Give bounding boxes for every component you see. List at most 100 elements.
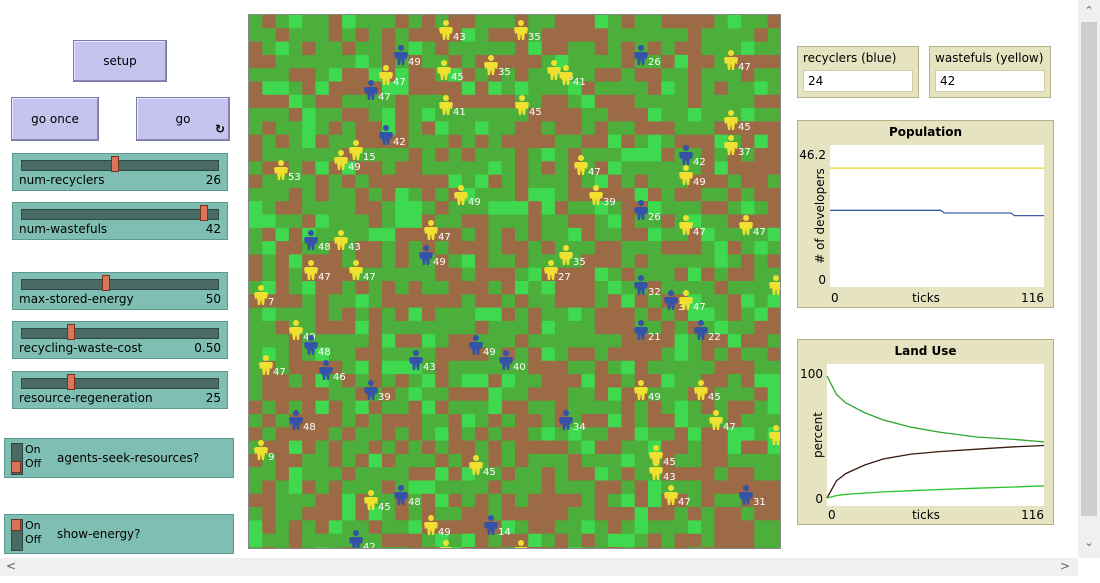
patch <box>395 400 410 415</box>
slider-thumb[interactable] <box>199 205 208 221</box>
go-button[interactable]: go ↻ <box>136 97 230 141</box>
patch <box>501 480 516 495</box>
agent-head <box>683 145 689 151</box>
patch <box>727 533 742 548</box>
patch <box>288 187 303 202</box>
patch <box>315 201 330 215</box>
vertical-scroll-thumb[interactable] <box>1081 22 1097 516</box>
patch <box>621 201 636 215</box>
patch <box>554 347 569 362</box>
slider-track[interactable] <box>21 378 219 389</box>
patch <box>648 241 662 255</box>
patch <box>727 320 742 335</box>
patch <box>302 121 316 136</box>
slider-track[interactable] <box>21 209 219 220</box>
patch <box>421 453 436 468</box>
slider-track[interactable] <box>21 328 219 339</box>
patch <box>275 294 290 309</box>
patch <box>754 294 769 309</box>
patch <box>674 427 689 442</box>
patch <box>515 467 529 481</box>
patch <box>767 254 780 269</box>
world-canvas[interactable]: 4335494745353541264747414545421549534742… <box>249 15 781 549</box>
patch <box>541 294 556 309</box>
patch <box>554 547 569 548</box>
patch <box>661 28 676 43</box>
patch <box>594 267 609 282</box>
patch <box>288 307 303 322</box>
patch <box>528 520 543 535</box>
slider-resource-regeneration[interactable]: resource-regeneration 25 <box>12 371 228 409</box>
switch-knob[interactable] <box>11 519 21 531</box>
patch <box>541 214 556 229</box>
agent-energy-label: 49 <box>468 197 481 208</box>
horizontal-scrollbar[interactable]: < > <box>0 558 1078 576</box>
patch <box>262 148 277 162</box>
agent-energy-label: 47 <box>438 232 451 243</box>
switch-show-energy[interactable]: On Off show-energy? <box>4 514 234 554</box>
patch <box>621 294 636 309</box>
patch <box>355 347 370 362</box>
agent-energy-label: 47 <box>273 367 286 378</box>
agent-head <box>488 55 494 61</box>
slider-num-recyclers[interactable]: num-recyclers 26 <box>12 153 228 191</box>
vertical-scrollbar[interactable]: ⌃ ⌄ <box>1078 0 1100 558</box>
patch <box>701 360 715 375</box>
slider-track[interactable] <box>21 279 219 290</box>
scroll-down-icon[interactable]: ⌄ <box>1078 536 1100 549</box>
patch <box>648 134 662 149</box>
patch <box>328 347 343 362</box>
patch <box>395 187 410 202</box>
scroll-right-icon[interactable]: > <box>1060 559 1070 573</box>
scroll-up-icon[interactable]: ⌃ <box>1078 4 1100 17</box>
agent-energy-label: 49 <box>433 257 446 268</box>
go-once-button-label: go once <box>31 112 79 126</box>
patch <box>421 28 436 43</box>
setup-button[interactable]: setup <box>73 40 167 82</box>
patch <box>435 374 449 388</box>
switch-track[interactable] <box>11 519 23 551</box>
patch <box>475 214 489 229</box>
patch <box>288 81 303 96</box>
switch-track[interactable] <box>11 443 23 475</box>
slider-thumb[interactable] <box>67 374 76 390</box>
patch <box>475 81 489 96</box>
patch <box>275 54 290 69</box>
patch <box>754 201 769 215</box>
patch <box>382 467 396 481</box>
scroll-left-icon[interactable]: < <box>6 559 16 573</box>
go-once-button[interactable]: go once <box>11 97 99 141</box>
slider-num-wastefuls[interactable]: num-wastefuls 42 <box>12 202 228 240</box>
patch <box>315 400 330 415</box>
patch <box>608 467 622 481</box>
patch <box>249 334 263 348</box>
patch <box>315 15 330 29</box>
switch-on-label: On <box>25 443 41 456</box>
switch-knob[interactable] <box>11 461 21 473</box>
patch <box>634 480 649 495</box>
patch <box>701 121 715 136</box>
patch <box>315 68 330 82</box>
patch <box>767 520 780 535</box>
world-view[interactable]: 4335494745353541264747414545421549534742… <box>248 14 781 549</box>
patch <box>621 507 636 521</box>
patch <box>741 467 755 481</box>
patch <box>727 453 742 468</box>
patch <box>461 15 476 29</box>
switch-agents-seek-resources[interactable]: On Off agents-seek-resources? <box>4 438 234 478</box>
patch <box>554 507 569 521</box>
slider-track[interactable] <box>21 160 219 171</box>
slider-thumb[interactable] <box>111 156 120 172</box>
agent-head <box>773 425 779 431</box>
patch <box>714 533 729 548</box>
agent-head <box>258 285 264 291</box>
patch <box>687 28 702 43</box>
slider-thumb[interactable] <box>67 324 76 340</box>
slider-thumb[interactable] <box>101 275 110 291</box>
patch <box>634 174 649 189</box>
patch <box>568 15 582 29</box>
patch <box>528 148 543 162</box>
patch <box>501 467 516 481</box>
slider-max-stored-energy[interactable]: max-stored-energy 50 <box>12 272 228 310</box>
slider-recycling-waste-cost[interactable]: recycling-waste-cost 0.50 <box>12 321 228 359</box>
